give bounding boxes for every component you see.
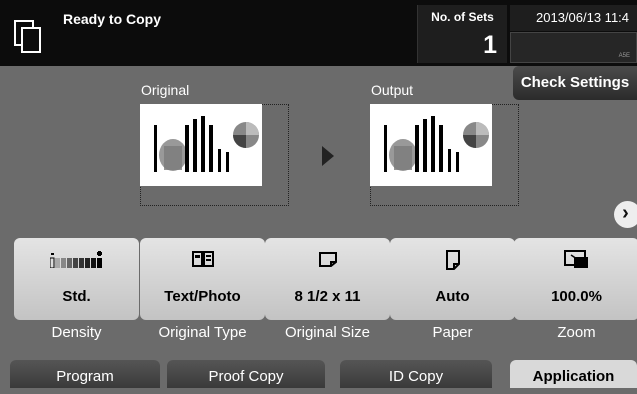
paper-value: Auto bbox=[435, 288, 470, 305]
arrow-right-icon bbox=[322, 146, 334, 166]
tab-program[interactable]: Program bbox=[10, 360, 160, 388]
zoom-value: 100.0% bbox=[551, 288, 602, 305]
paper-button[interactable]: Auto bbox=[390, 238, 515, 320]
copy-mode-icon bbox=[14, 20, 41, 53]
zoom-icon bbox=[514, 250, 637, 272]
paper-label: Paper bbox=[432, 324, 473, 341]
original-type-value: Text/Photo bbox=[164, 288, 241, 305]
status-small-text: A5E bbox=[618, 53, 630, 59]
density-button[interactable]: Std. bbox=[14, 238, 139, 320]
original-size-label: Original Size bbox=[284, 324, 371, 341]
original-type-button[interactable]: Text/Photo bbox=[140, 238, 265, 320]
original-preview bbox=[140, 104, 262, 186]
tab-proof-copy[interactable]: Proof Copy bbox=[167, 360, 325, 388]
next-page-button[interactable]: › bbox=[614, 201, 637, 228]
zoom-button[interactable]: 100.0% bbox=[514, 238, 637, 320]
sets-value: 1 bbox=[483, 31, 497, 59]
top-bar: Ready to Copy No. of Sets 1 2013/06/13 1… bbox=[0, 0, 637, 66]
original-size-value: 8 1/2 x 11 bbox=[294, 288, 361, 305]
paper-icon bbox=[390, 250, 515, 272]
sets-label: No. of Sets bbox=[431, 10, 494, 24]
density-label: Density bbox=[51, 324, 102, 341]
tab-application[interactable]: Application bbox=[510, 360, 637, 388]
original-label: Original bbox=[141, 82, 190, 98]
output-label: Output bbox=[371, 82, 414, 98]
status-text: Ready to Copy bbox=[63, 11, 162, 27]
book-icon bbox=[140, 250, 265, 272]
number-of-sets[interactable]: No. of Sets 1 bbox=[417, 5, 507, 63]
original-size-icon bbox=[265, 250, 390, 272]
status-box: A5E bbox=[510, 32, 637, 63]
tab-id-copy[interactable]: ID Copy bbox=[340, 360, 492, 388]
check-settings-button[interactable]: Check Settings bbox=[513, 66, 637, 100]
density-icon bbox=[14, 250, 139, 272]
date-time: 2013/06/13 11:4 bbox=[510, 5, 637, 31]
density-value: Std. bbox=[62, 288, 91, 305]
zoom-label: Zoom bbox=[557, 324, 596, 341]
output-preview bbox=[370, 104, 492, 186]
original-size-button[interactable]: 8 1/2 x 11 bbox=[265, 238, 390, 320]
original-type-label: Original Type bbox=[158, 324, 247, 341]
